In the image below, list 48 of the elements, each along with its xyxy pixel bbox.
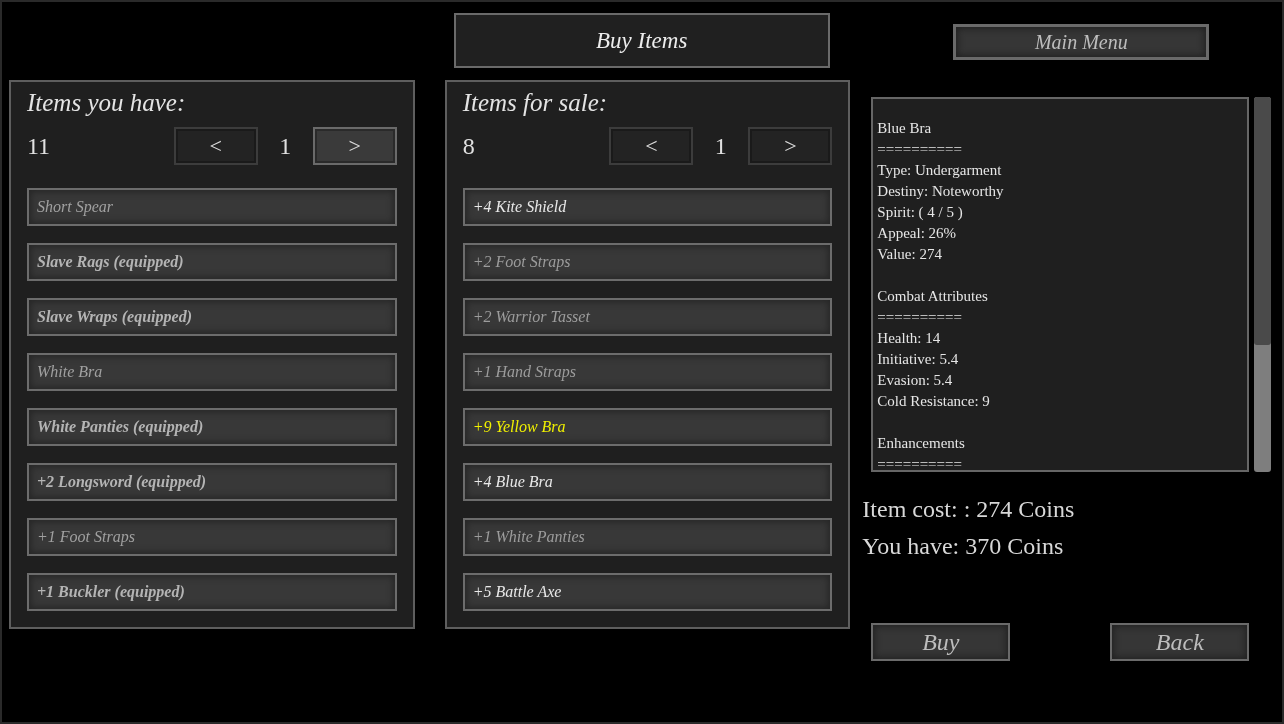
item-button[interactable]: +1 Buckler (equipped) (27, 573, 397, 611)
detail-line: Initiative: 5.4 (877, 350, 960, 369)
panel-heading: Items for sale: (462, 88, 609, 118)
detail-line: Appeal: 26% (877, 224, 958, 243)
coins-owned: You have: 370 Coins (862, 533, 1065, 560)
page-number: 1 (278, 132, 293, 160)
item-cost: Item cost: : 274 Coins (862, 496, 1076, 523)
screen-title: Buy Items (453, 13, 830, 68)
next-page-button[interactable]: > (748, 127, 833, 165)
page-number: 1 (713, 132, 728, 160)
item-count: 8 (462, 132, 476, 160)
item-button[interactable]: +1 White Panties (462, 518, 833, 556)
detail-line: Evasion: 5.4 (877, 371, 954, 390)
item-button[interactable]: +1 Foot Straps (27, 518, 397, 556)
panel-heading: Items you have: (27, 88, 187, 118)
detail-line: Health: 14 (877, 329, 942, 348)
next-page-button[interactable]: > (312, 127, 397, 165)
item-button[interactable]: +5 Battle Axe (462, 573, 833, 611)
item-button[interactable]: +4 Kite Shield (462, 188, 833, 226)
item-button[interactable]: +4 Blue Bra (462, 463, 833, 501)
item-button[interactable]: Slave Rags (equipped) (27, 243, 397, 281)
item-button[interactable]: +9 Yellow Bra (462, 408, 833, 446)
item-button[interactable]: +2 Foot Straps (462, 243, 833, 281)
item-button[interactable]: Short Spear (27, 188, 397, 226)
detail-line: Enhancements (877, 434, 966, 453)
detail-line: ========== (877, 140, 963, 159)
item-button[interactable]: White Panties (equipped) (27, 408, 397, 446)
detail-line: Type: Undergarment (877, 161, 1003, 180)
detail-line: Destiny: Noteworthy (877, 182, 1005, 201)
action-button[interactable]: Back (1110, 623, 1250, 661)
detail-line: ========== (877, 455, 963, 470)
item-button[interactable]: +2 Warrior Tasset (462, 298, 833, 336)
item-button[interactable]: White Bra (27, 353, 397, 391)
item-count: 11 (27, 132, 52, 160)
scrollbar[interactable] (1254, 97, 1272, 472)
detail-line: Spirit: ( 4 / 5 ) (877, 203, 964, 222)
item-button[interactable]: +2 Longsword (equipped) (27, 463, 397, 501)
item-button[interactable]: +1 Hand Straps (462, 353, 833, 391)
detail-line: Cold Resistance: 9 (877, 392, 991, 411)
previous-page-button[interactable]: < (173, 127, 258, 165)
action-button[interactable]: Buy (871, 623, 1011, 661)
main-menu-button[interactable]: Main Menu (953, 24, 1210, 60)
item-button[interactable]: Slave Wraps (equipped) (27, 298, 397, 336)
detail-line: Value: 274 (877, 245, 943, 264)
detail-line: Combat Attributes (877, 287, 989, 306)
detail-line: Blue Bra (877, 119, 933, 138)
detail-line: ========== (877, 308, 963, 327)
previous-page-button[interactable]: < (609, 127, 694, 165)
